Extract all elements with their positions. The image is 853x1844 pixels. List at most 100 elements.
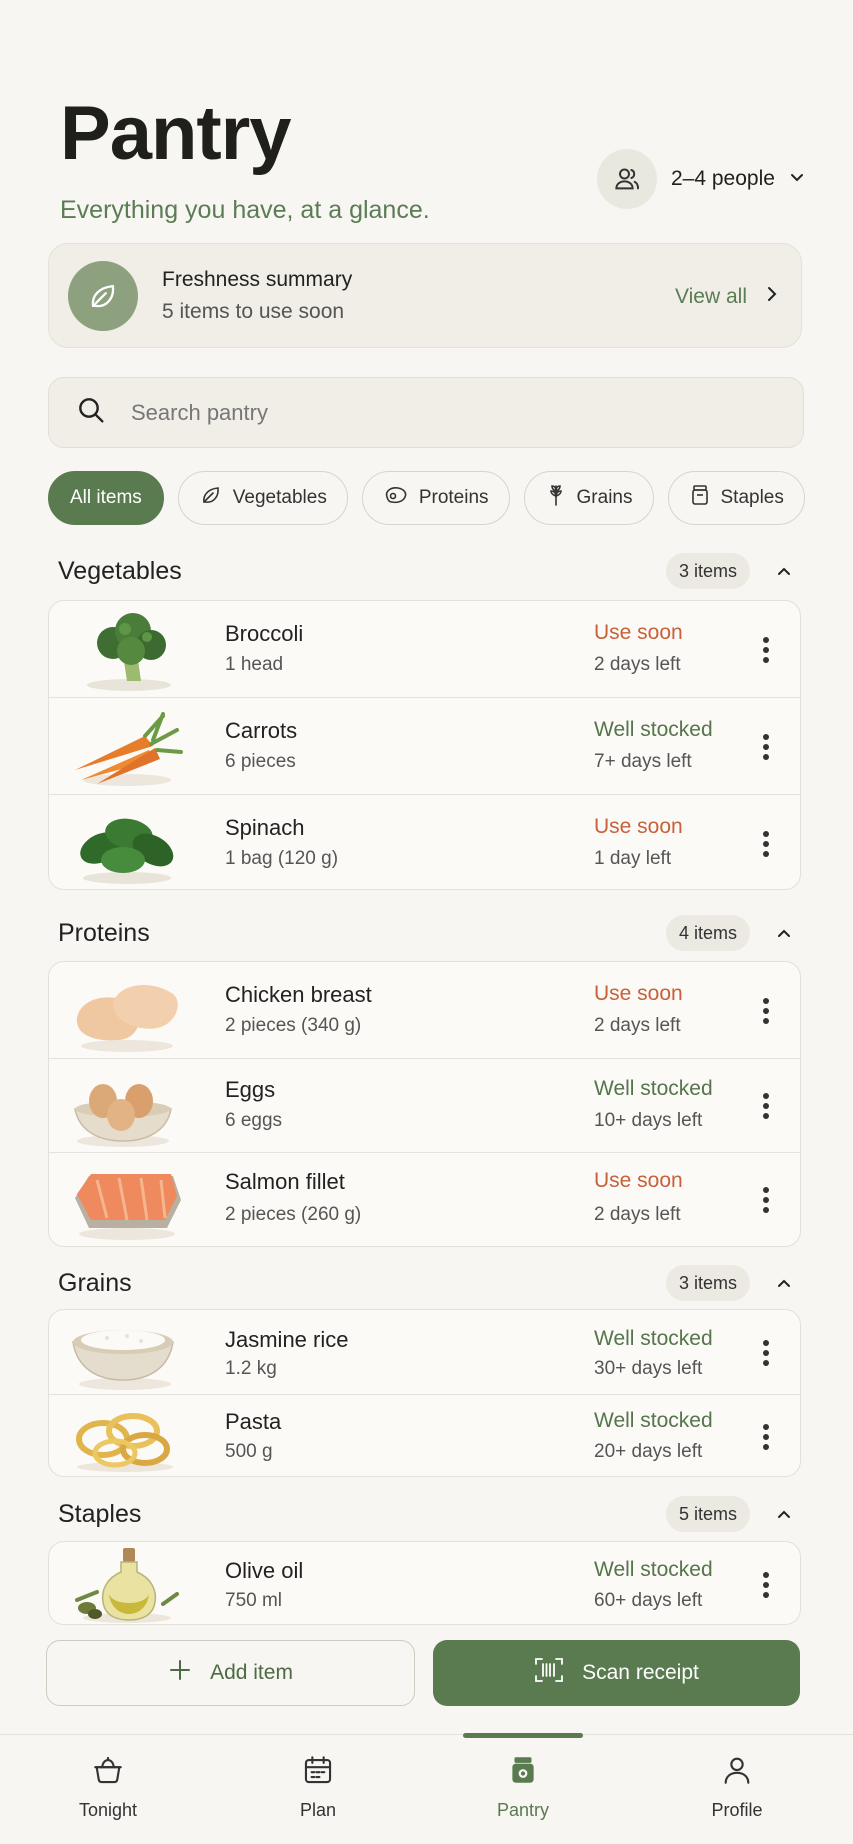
item-days-left: 7+ days left bbox=[594, 751, 692, 772]
item-quantity: 750 ml bbox=[225, 1590, 283, 1611]
item-quantity: 2 pieces (260 g) bbox=[225, 1204, 362, 1225]
calendar-icon bbox=[301, 1753, 335, 1792]
section-header-grains[interactable]: Grains 3 items bbox=[58, 1265, 806, 1301]
more-options-icon[interactable] bbox=[762, 831, 770, 857]
pot-icon bbox=[91, 1753, 125, 1792]
scan-receipt-button[interactable]: Scan receipt bbox=[433, 1640, 800, 1706]
item-name: Eggs bbox=[225, 1077, 276, 1102]
tab-label: Profile bbox=[711, 1800, 763, 1820]
filter-chip-label: Grains bbox=[576, 487, 633, 508]
item-name: Spinach bbox=[225, 815, 305, 840]
item-name: Pasta bbox=[225, 1409, 282, 1434]
leaf-icon bbox=[68, 260, 138, 331]
jar-icon bbox=[689, 483, 711, 513]
tab-label: Plan bbox=[299, 1800, 337, 1820]
pantry-item-row[interactable]: Pasta 500 g Well stocked 20+ days left bbox=[49, 1395, 800, 1476]
wheat-icon bbox=[545, 483, 567, 513]
item-status: Use soon bbox=[594, 621, 683, 644]
household-size-selector[interactable]: 2–4 people bbox=[597, 149, 805, 209]
item-name: Chicken breast bbox=[225, 982, 372, 1007]
section-header-proteins[interactable]: Proteins 4 items bbox=[58, 915, 806, 951]
chevron-up-icon[interactable] bbox=[776, 925, 792, 946]
active-tab-indicator bbox=[463, 1733, 583, 1738]
people-icon bbox=[597, 149, 657, 209]
more-options-icon[interactable] bbox=[762, 1424, 770, 1450]
view-all-link[interactable]: View all bbox=[675, 244, 779, 349]
add-item-button[interactable]: Add item bbox=[46, 1640, 415, 1706]
tab-pantry[interactable]: Pantry bbox=[463, 1753, 583, 1821]
pantry-item-row[interactable]: Eggs 6 eggs Well stocked 10+ days left bbox=[49, 1059, 800, 1153]
filter-chip-staples[interactable]: Staples bbox=[667, 471, 805, 525]
pasta-image bbox=[76, 1413, 173, 1472]
item-days-left: 60+ days left bbox=[594, 1590, 703, 1611]
item-count-badge: 5 items bbox=[665, 1496, 750, 1532]
section-header-vegetables[interactable]: Vegetables 3 items bbox=[58, 553, 806, 589]
freshness-subtitle: 5 items to use soon bbox=[162, 299, 345, 323]
tab-label: Tonight bbox=[78, 1800, 138, 1820]
freshness-summary-card[interactable]: Freshness summary 5 items to use soon Vi… bbox=[48, 243, 802, 348]
pantry-item-row[interactable]: Broccoli 1 head Use soon 2 days left bbox=[49, 601, 800, 698]
pantry-item-row[interactable]: Carrots 6 pieces Well stocked 7+ days le… bbox=[49, 698, 800, 795]
tab-label: Pantry bbox=[496, 1800, 550, 1820]
more-options-icon[interactable] bbox=[762, 998, 770, 1024]
item-days-left: 30+ days left bbox=[594, 1358, 703, 1379]
tab-tonight[interactable]: Tonight bbox=[48, 1753, 168, 1821]
people-label: 2–4 people bbox=[671, 167, 775, 190]
action-bar: Add item Scan receipt bbox=[46, 1640, 800, 1706]
filter-chip-grains[interactable]: Grains bbox=[523, 471, 654, 525]
more-options-icon[interactable] bbox=[762, 1340, 770, 1366]
pantry-item-row[interactable]: Chicken breast 2 pieces (340 g) Use soon… bbox=[49, 962, 800, 1059]
page-subtitle: Everything you have, at a glance. bbox=[60, 196, 430, 224]
search-input[interactable] bbox=[131, 399, 751, 426]
item-quantity: 1 bag (120 g) bbox=[225, 848, 339, 869]
leaf-icon bbox=[199, 483, 223, 513]
page-title: Pantry bbox=[60, 91, 292, 176]
pantry-item-row[interactable]: Olive oil 750 ml Well stocked 60+ days l… bbox=[49, 1542, 800, 1624]
more-options-icon[interactable] bbox=[762, 1093, 770, 1119]
search-bar[interactable] bbox=[48, 377, 804, 448]
item-quantity: 1 head bbox=[225, 654, 284, 675]
chevron-up-icon[interactable] bbox=[776, 1275, 792, 1296]
item-quantity: 6 eggs bbox=[225, 1110, 283, 1131]
section-card-grains: Jasmine rice 1.2 kg Well stocked 30+ day… bbox=[48, 1309, 801, 1477]
jasmine-rice-image bbox=[72, 1330, 174, 1390]
filter-chip-label: All items bbox=[70, 487, 142, 508]
filter-chip-proteins[interactable]: Proteins bbox=[361, 471, 510, 525]
item-status: Use soon bbox=[594, 1169, 683, 1192]
item-count-badge: 3 items bbox=[665, 553, 750, 589]
item-quantity: 500 g bbox=[225, 1441, 273, 1462]
tab-profile[interactable]: Profile bbox=[677, 1753, 797, 1821]
carrots-image bbox=[75, 712, 183, 786]
item-name: Olive oil bbox=[225, 1558, 304, 1583]
item-days-left: 2 days left bbox=[594, 1015, 681, 1036]
section-header-staples[interactable]: Staples 5 items bbox=[58, 1496, 806, 1532]
filter-chip-all-items[interactable]: All items bbox=[48, 471, 164, 525]
filter-chip-vegetables[interactable]: Vegetables bbox=[177, 471, 348, 525]
pantry-jar-icon bbox=[506, 1753, 540, 1792]
freshness-title: Freshness summary bbox=[162, 267, 353, 291]
more-options-icon[interactable] bbox=[762, 637, 770, 663]
view-all-label: View all bbox=[675, 284, 747, 308]
tab-plan[interactable]: Plan bbox=[258, 1753, 378, 1821]
pantry-item-row[interactable]: Spinach 1 bag (120 g) Use soon 1 day lef… bbox=[49, 795, 800, 889]
more-options-icon[interactable] bbox=[762, 1572, 770, 1598]
search-icon bbox=[75, 394, 107, 431]
more-options-icon[interactable] bbox=[762, 1187, 770, 1213]
section-title: Proteins bbox=[58, 918, 150, 947]
filter-chip-label: Vegetables bbox=[232, 487, 327, 508]
plus-icon bbox=[168, 1658, 192, 1688]
section-card-staples: Olive oil 750 ml Well stocked 60+ days l… bbox=[48, 1541, 801, 1625]
item-name: Carrots bbox=[225, 718, 298, 743]
item-quantity: 1.2 kg bbox=[225, 1358, 277, 1379]
filter-chip-label: Proteins bbox=[418, 487, 489, 508]
item-status: Well stocked bbox=[594, 1409, 713, 1432]
chevron-up-icon[interactable] bbox=[776, 1506, 792, 1527]
more-options-icon[interactable] bbox=[762, 734, 770, 760]
pantry-item-row[interactable]: Salmon fillet 2 pieces (260 g) Use soon … bbox=[49, 1153, 800, 1246]
item-status: Use soon bbox=[594, 815, 683, 838]
item-status: Use soon bbox=[594, 982, 683, 1005]
item-days-left: 2 days left bbox=[594, 654, 681, 675]
chevron-up-icon[interactable] bbox=[776, 563, 792, 584]
pantry-item-row[interactable]: Jasmine rice 1.2 kg Well stocked 30+ day… bbox=[49, 1310, 800, 1395]
item-quantity: 6 pieces bbox=[225, 751, 296, 772]
